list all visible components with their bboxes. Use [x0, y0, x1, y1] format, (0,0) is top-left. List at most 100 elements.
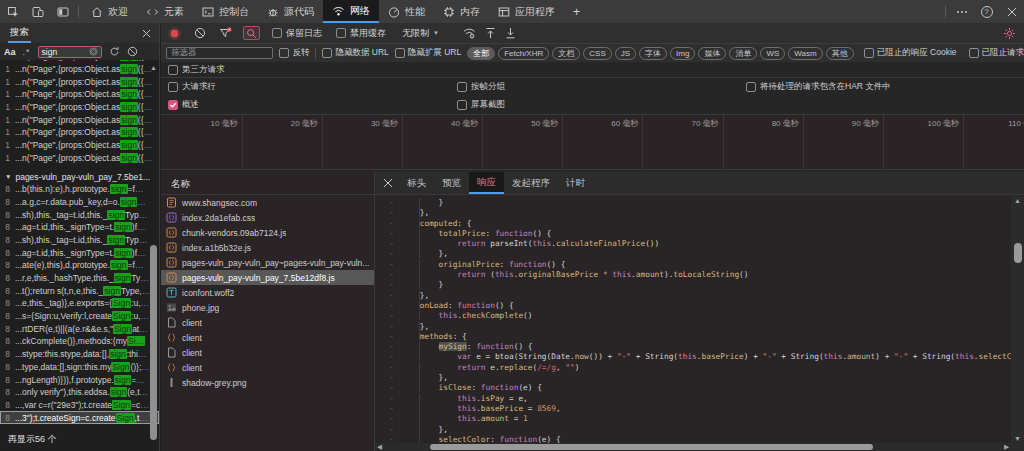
search-network-icon[interactable]	[243, 26, 260, 40]
request-row[interactable]: www.shangsec.com	[161, 195, 374, 210]
scroll-right-icon[interactable]: ▶	[1004, 443, 1009, 451]
filter-pill-媒体[interactable]: 媒体	[698, 47, 726, 60]
filter-pill-Img[interactable]: Img	[670, 47, 695, 60]
request-row[interactable]: iconfont.woff2	[161, 285, 374, 300]
scroll-down-icon[interactable]: ▼	[1011, 435, 1024, 442]
search-result-row[interactable]: 1...n("Page",{props:Object.assign({…	[0, 88, 159, 101]
tab-元素[interactable]: 元素	[137, 0, 193, 23]
device-emulation-icon[interactable]	[25, 0, 50, 23]
tab-性能[interactable]: 性能	[379, 0, 434, 23]
search-result-row[interactable]: 1...n("Page",{props:Object.assign({…	[0, 152, 159, 165]
search-result-row[interactable]: 8...sh),this._tag=t.id,this._signTyp…	[0, 208, 159, 221]
settings-gear-icon[interactable]	[1003, 27, 1016, 40]
search-scrollbar-thumb[interactable]	[150, 245, 157, 440]
invert-filter-checkbox[interactable]: 反转	[279, 47, 309, 59]
request-row[interactable]: index.2da1efab.css	[161, 210, 374, 225]
code-hscroll-thumb[interactable]	[430, 444, 873, 450]
filter-pill-文档[interactable]: 文档	[552, 47, 580, 60]
filter-pill-全部[interactable]: 全部	[467, 47, 495, 60]
search-result-row[interactable]: 8...3");t.createSign=c.createSign,t…	[0, 411, 159, 424]
har-include-checkbox[interactable]: 将待处理的请求包含在HAR 文件中	[746, 81, 891, 93]
hide-extension-urls-checkbox[interactable]: 隐藏扩展 URL	[395, 47, 461, 59]
search-result-row[interactable]: 8...sh),this._tag=t.id,this._signTyp…	[0, 234, 159, 247]
code-vertical-scrollbar[interactable]: ▲ ▼	[1011, 196, 1024, 443]
search-result-row[interactable]: 8...a.g,c=r.data.pub_key,d=o.sign…	[0, 196, 159, 209]
search-result-row[interactable]: 1...n("Page",{props:Object.assign({…	[0, 63, 159, 76]
code-vscroll-thumb[interactable]	[1014, 243, 1022, 263]
throttling-select[interactable]: 无限制▼	[402, 27, 439, 40]
request-row[interactable]: index.a1b5b32e.js	[161, 240, 374, 255]
import-har-icon[interactable]	[485, 27, 496, 39]
blocked-requests-checkbox[interactable]: 已阻止请求	[969, 47, 1024, 59]
overview-checkbox[interactable]: 概述	[168, 99, 199, 111]
blocked-cookies-checkbox[interactable]: 已阻止的响应 Cookie	[864, 47, 957, 59]
search-result-row[interactable]: 8...,var c=r("29e3");t.createSign=c…	[0, 399, 159, 412]
tab-网络[interactable]: 网络	[323, 0, 379, 23]
search-file-header[interactable]: ▼pages-vuln_pay-vuln_pay_7.5be1...	[0, 170, 159, 183]
search-result-row[interactable]: 8...b(this.n):e),h.prototype.sign=f…	[0, 183, 159, 196]
search-result-row[interactable]: 8...type,data:[],sign:this.mySign()};…	[0, 361, 159, 374]
filter-pill-其他[interactable]: 其他	[826, 47, 854, 60]
request-row[interactable]: client	[161, 330, 374, 345]
show-more-results[interactable]: 再显示56 个	[8, 433, 57, 446]
response-tab-预览[interactable]: 预览	[434, 172, 469, 194]
filter-pill-字体[interactable]: 字体	[639, 47, 667, 60]
close-devtools-icon[interactable]	[999, 0, 1024, 23]
search-result-row[interactable]: 1...n("Page",{props:Object.assign({…	[0, 139, 159, 152]
filter-pill-Fetch/XHR[interactable]: Fetch/XHR	[498, 47, 549, 60]
search-close-icon[interactable]	[142, 29, 151, 38]
search-result-row[interactable]: 8...ag=t.id,this._signType=t.sign)f…	[0, 246, 159, 259]
scroll-up-icon[interactable]: ▲	[1011, 197, 1024, 204]
request-row[interactable]: client	[161, 360, 374, 375]
help-icon[interactable]: ?	[974, 0, 999, 23]
refresh-icon[interactable]	[109, 46, 120, 57]
search-result-row[interactable]: 1...n("Page",{props:Object.assign({…	[0, 101, 159, 114]
request-row[interactable]: client	[161, 315, 374, 330]
network-overview-timeline[interactable]: 10 毫秒20 毫秒30 毫秒40 毫秒50 毫秒60 毫秒70 毫秒80 毫秒…	[161, 115, 1024, 170]
search-result-row[interactable]: 8...ag=t.id,this._signType=t.sign)f…	[0, 221, 159, 234]
search-result-row[interactable]: 8...t();return s(t,n,e,this._signType,…	[0, 284, 159, 297]
request-row[interactable]: pages-vuln_pay-vuln_pay~pages-vuln_pay-v…	[161, 255, 374, 270]
disable-cache-checkbox[interactable]: 禁用缓存	[336, 27, 386, 40]
filter-pill-CSS[interactable]: CSS	[583, 47, 611, 60]
tab-源代码[interactable]: 源代码	[258, 0, 323, 23]
filter-pill-JS[interactable]: JS	[615, 47, 636, 60]
search-result-row[interactable]: 8...e,this._tag)},e.exports={Sign:u,…	[0, 297, 159, 310]
request-row[interactable]: client	[161, 345, 374, 360]
record-button[interactable]	[168, 27, 181, 40]
more-tabs-button[interactable]: +	[564, 0, 589, 23]
big-request-rows-checkbox[interactable]: 大请求行	[168, 81, 216, 93]
scroll-up-icon[interactable]: ▲	[150, 64, 157, 71]
match-case-toggle[interactable]: Aa	[4, 47, 16, 57]
tab-应用程序[interactable]: 应用程序	[489, 0, 564, 23]
preserve-log-checkbox[interactable]: 保留日志	[272, 27, 322, 40]
response-tab-标头[interactable]: 标头	[399, 172, 434, 194]
code-horizontal-scrollbar[interactable]: ◀ ▶	[375, 443, 1011, 451]
search-result-row[interactable]: 8...stype:this.stype,data:[],sign:thi…	[0, 348, 159, 361]
request-row[interactable]: pages-vuln_pay-vuln_pay_7.5be12df8.js	[161, 270, 374, 285]
search-input[interactable]: sign	[38, 46, 102, 58]
request-row[interactable]: chunk-vendors.09ab7124.js	[161, 225, 374, 240]
response-tab-计时[interactable]: 计时	[558, 172, 593, 194]
export-har-icon[interactable]	[505, 27, 516, 39]
clear-network-log-icon[interactable]	[194, 27, 206, 39]
more-menu-icon[interactable]	[949, 0, 974, 23]
filter-pill-Wasm[interactable]: Wasm	[788, 47, 822, 60]
request-row[interactable]: shadow-grey.png	[161, 375, 374, 390]
filter-pill-清单[interactable]: 清单	[729, 47, 757, 60]
filter-input[interactable]: 筛选器	[166, 47, 273, 59]
search-result-row[interactable]: 8...only verify"),this.eddsa.sign(e,t…	[0, 386, 159, 399]
regex-toggle[interactable]: .*	[23, 47, 31, 57]
search-result-row[interactable]: 8...ngLength)})),f.prototype.sign=…	[0, 373, 159, 386]
close-response-icon[interactable]	[377, 172, 399, 194]
search-result-row[interactable]: 8...ckComplete()},methods:{mySi…	[0, 335, 159, 348]
tab-欢迎[interactable]: 欢迎	[82, 0, 137, 23]
network-conditions-icon[interactable]	[463, 27, 476, 39]
response-code[interactable]: - }- },- computed: {- totalPrice: functi…	[375, 198, 1011, 443]
hide-data-urls-checkbox[interactable]: 隐藏数据 URL	[322, 47, 388, 59]
search-result-row[interactable]: 8...r,e,this._hashType,this._signTy…	[0, 272, 159, 285]
search-result-row[interactable]: 1...n("Page",{props:Object.assign({…	[0, 113, 159, 126]
response-tab-响应[interactable]: 响应	[469, 172, 504, 194]
request-row[interactable]: phone.jpg	[161, 300, 374, 315]
tab-内存[interactable]: 内存	[434, 0, 489, 23]
